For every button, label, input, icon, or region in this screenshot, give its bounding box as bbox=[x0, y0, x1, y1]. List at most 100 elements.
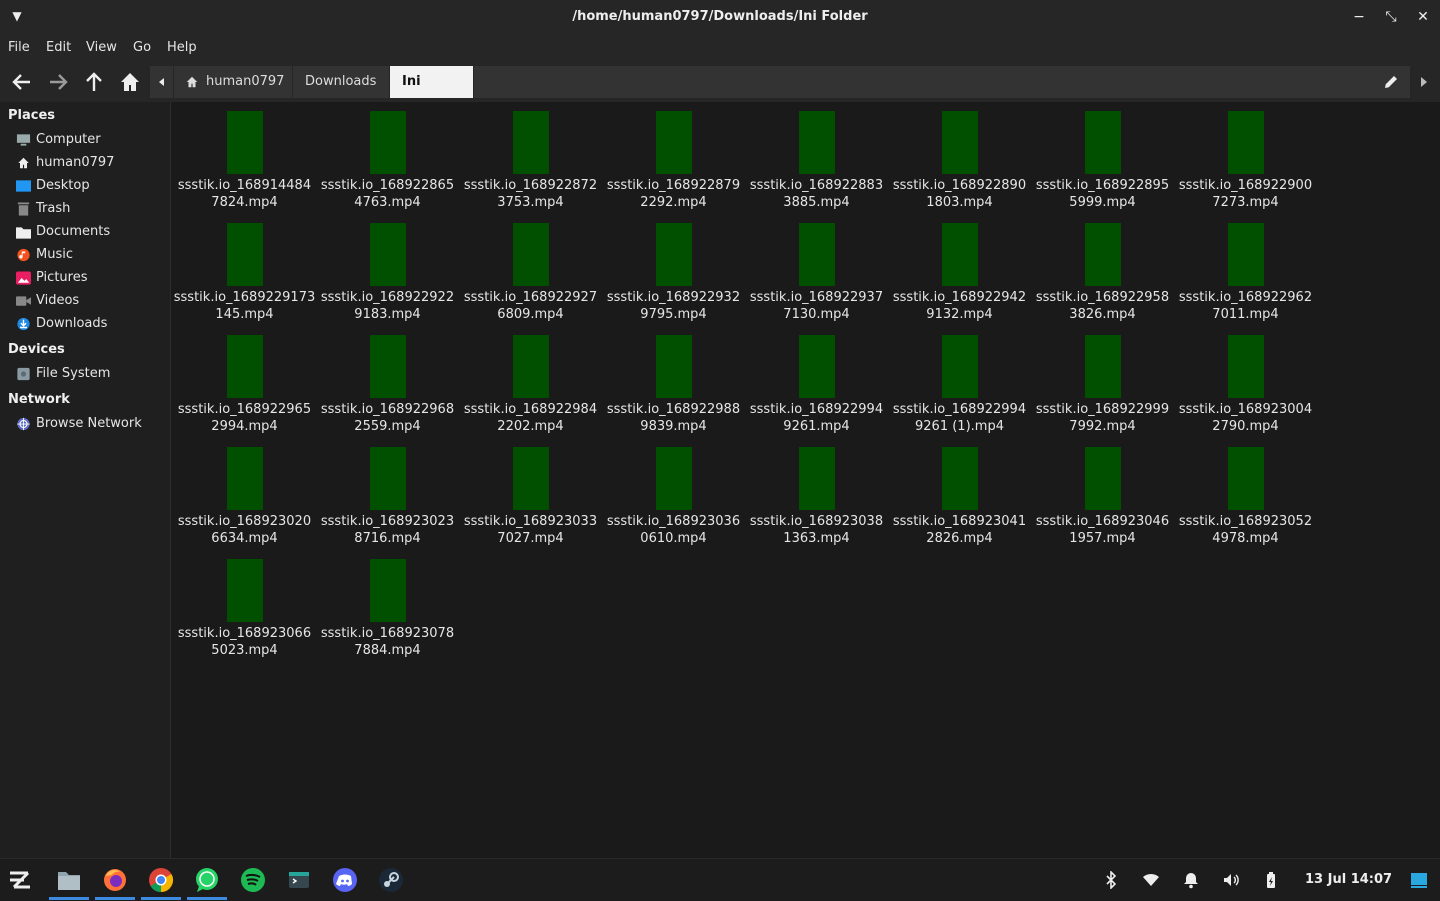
file-item[interactable]: ssstik.io_168922942 9132.mp4 bbox=[888, 214, 1031, 322]
file-item[interactable]: ssstik.io_168923004 2790.mp4 bbox=[1174, 326, 1317, 434]
sidebar-item-pictures[interactable]: Pictures bbox=[16, 268, 166, 288]
file-view[interactable]: ssstik.io_168914484 7824.mp4 ssstik.io_168… bbox=[171, 102, 1440, 858]
forward-arrow-icon[interactable] bbox=[46, 70, 70, 94]
file-item[interactable]: ssstik.io_168922999 7992.mp4 bbox=[1031, 326, 1174, 434]
file-item[interactable]: ssstik.io_168922965 2994.mp4 bbox=[173, 326, 316, 434]
file-item[interactable]: ssstik.io_168914484 7824.mp4 bbox=[173, 102, 316, 210]
file-item[interactable]: ssstik.io_168923078 7884.mp4 bbox=[316, 550, 459, 658]
file-item[interactable]: ssstik.io_168922927 6809.mp4 bbox=[459, 214, 602, 322]
steam-icon[interactable] bbox=[378, 867, 404, 893]
clock[interactable]: 13 Jul 14:07 bbox=[1305, 872, 1392, 887]
up-arrow-icon[interactable] bbox=[82, 70, 106, 94]
file-name: ssstik.io_168922994 9261.mp4 bbox=[745, 401, 888, 435]
wifi-icon[interactable] bbox=[1142, 871, 1160, 889]
file-item[interactable]: ssstik.io_168923066 5023.mp4 bbox=[173, 550, 316, 658]
file-name-line2: 0610.mp4 bbox=[640, 531, 707, 546]
file-name-line1: ssstik.io_168922865 bbox=[320, 178, 455, 193]
file-item[interactable]: ssstik.io_168923036 0610.mp4 bbox=[602, 438, 745, 546]
sidebar-item-file-system[interactable]: File System bbox=[16, 364, 166, 384]
file-item[interactable]: ssstik.io_168923046 1957.mp4 bbox=[1031, 438, 1174, 546]
sidebar-item-music[interactable]: Music bbox=[16, 245, 166, 265]
file-item[interactable]: ssstik.io_168923023 8716.mp4 bbox=[316, 438, 459, 546]
file-item[interactable]: ssstik.io_168923020 6634.mp4 bbox=[173, 438, 316, 546]
file-name-line2: 7992.mp4 bbox=[1069, 419, 1136, 434]
file-name-line1: ssstik.io_168922927 bbox=[463, 290, 598, 305]
menu-help[interactable]: Help bbox=[167, 40, 197, 55]
file-item[interactable]: ssstik.io_168922984 2202.mp4 bbox=[459, 326, 602, 434]
file-item[interactable]: ssstik.io_168922994 9261.mp4 bbox=[745, 326, 888, 434]
file-item[interactable]: ssstik.io_168922879 2292.mp4 bbox=[602, 102, 745, 210]
file-name: ssstik.io_168923004 2790.mp4 bbox=[1174, 401, 1317, 435]
sidebar-item-home[interactable]: human0797 bbox=[16, 153, 166, 173]
chrome-icon[interactable] bbox=[148, 867, 174, 893]
sidebar-item-documents[interactable]: Documents bbox=[16, 222, 166, 242]
path-scroll-right-icon[interactable] bbox=[1418, 74, 1430, 90]
spotify-icon[interactable] bbox=[240, 867, 266, 893]
file-name-line2: 9795.mp4 bbox=[640, 307, 707, 322]
firefox-icon[interactable] bbox=[102, 867, 128, 893]
file-name-line1: ssstik.io_168922999 bbox=[1035, 402, 1170, 417]
file-item[interactable]: ssstik.io_168922968 2559.mp4 bbox=[316, 326, 459, 434]
menu-view[interactable]: View bbox=[86, 40, 117, 55]
video-thumbnail bbox=[1228, 223, 1264, 286]
launcher-icon[interactable] bbox=[7, 867, 33, 893]
file-item[interactable]: ssstik.io_168922900 7273.mp4 bbox=[1174, 102, 1317, 210]
file-name-line2: 9839.mp4 bbox=[640, 419, 707, 434]
sidebar-item-desktop[interactable]: Desktop bbox=[16, 176, 166, 196]
edit-path-icon[interactable] bbox=[1382, 73, 1400, 91]
sidebar-item-videos[interactable]: Videos bbox=[16, 291, 166, 311]
file-item[interactable]: ssstik.io_168923033 7027.mp4 bbox=[459, 438, 602, 546]
close-icon[interactable]: ✕ bbox=[1414, 8, 1432, 26]
sidebar-item-browse-network[interactable]: Browse Network bbox=[16, 414, 166, 434]
menu-go[interactable]: Go bbox=[133, 40, 151, 55]
video-thumbnail bbox=[799, 335, 835, 398]
sidebar-item-trash[interactable]: Trash bbox=[16, 199, 166, 219]
menu-edit[interactable]: Edit bbox=[46, 40, 71, 55]
file-name-line1: ssstik.io_168922890 bbox=[892, 178, 1027, 193]
file-name-line2: 7824.mp4 bbox=[211, 195, 278, 210]
file-item[interactable]: ssstik.io_1689229173 145.mp4 bbox=[173, 214, 316, 322]
volume-icon[interactable] bbox=[1222, 871, 1240, 889]
video-thumbnail bbox=[1085, 223, 1121, 286]
back-arrow-icon[interactable] bbox=[10, 70, 34, 94]
minimize-icon[interactable]: − bbox=[1350, 8, 1368, 26]
file-item[interactable]: ssstik.io_168922922 9183.mp4 bbox=[316, 214, 459, 322]
video-thumbnail bbox=[513, 335, 549, 398]
terminal-icon[interactable] bbox=[286, 867, 312, 893]
file-item[interactable]: ssstik.io_168922994 9261 (1).mp4 bbox=[888, 326, 1031, 434]
discord-icon[interactable] bbox=[332, 867, 358, 893]
bluetooth-icon[interactable] bbox=[1102, 870, 1120, 890]
restore-icon[interactable]: ⤡ bbox=[1382, 8, 1400, 26]
path-segment-current[interactable]: Ini Folder bbox=[390, 66, 474, 121]
file-item[interactable]: ssstik.io_168923041 2826.mp4 bbox=[888, 438, 1031, 546]
show-desktop-icon[interactable] bbox=[1410, 871, 1428, 889]
file-item[interactable]: ssstik.io_168922865 4763.mp4 bbox=[316, 102, 459, 210]
file-name-line2: 3885.mp4 bbox=[783, 195, 850, 210]
file-item[interactable]: ssstik.io_168923052 4978.mp4 bbox=[1174, 438, 1317, 546]
file-item[interactable]: ssstik.io_168922962 7011.mp4 bbox=[1174, 214, 1317, 322]
file-name-line1: ssstik.io_168922994 bbox=[892, 402, 1027, 417]
path-scroll-left-icon[interactable] bbox=[150, 66, 174, 98]
file-item[interactable]: ssstik.io_168922883 3885.mp4 bbox=[745, 102, 888, 210]
file-item[interactable]: ssstik.io_168922895 5999.mp4 bbox=[1031, 102, 1174, 210]
file-manager-icon[interactable] bbox=[56, 867, 82, 893]
file-item[interactable]: ssstik.io_168922872 3753.mp4 bbox=[459, 102, 602, 210]
whatsapp-icon[interactable] bbox=[194, 867, 220, 893]
file-item[interactable]: ssstik.io_168922937 7130.mp4 bbox=[745, 214, 888, 322]
file-item[interactable]: ssstik.io_168922988 9839.mp4 bbox=[602, 326, 745, 434]
home-icon[interactable] bbox=[118, 70, 142, 94]
file-item[interactable]: ssstik.io_168922932 9795.mp4 bbox=[602, 214, 745, 322]
sidebar-item-computer[interactable]: Computer bbox=[16, 130, 166, 150]
file-item[interactable]: ssstik.io_168922958 3826.mp4 bbox=[1031, 214, 1174, 322]
file-item[interactable]: ssstik.io_168922890 1803.mp4 bbox=[888, 102, 1031, 210]
sidebar-item-downloads[interactable]: Downloads bbox=[16, 314, 166, 334]
file-name: ssstik.io_168923038 1363.mp4 bbox=[745, 513, 888, 547]
file-name: ssstik.io_168923020 6634.mp4 bbox=[173, 513, 316, 547]
menu-file[interactable]: File bbox=[8, 40, 30, 55]
path-segment-home[interactable]: human0797 bbox=[174, 66, 293, 98]
file-item[interactable]: ssstik.io_168923038 1363.mp4 bbox=[745, 438, 888, 546]
path-segment-downloads[interactable]: Downloads bbox=[293, 66, 390, 98]
video-thumbnail bbox=[1228, 111, 1264, 174]
battery-icon[interactable] bbox=[1262, 871, 1280, 889]
notifications-bell-icon[interactable] bbox=[1182, 871, 1200, 889]
